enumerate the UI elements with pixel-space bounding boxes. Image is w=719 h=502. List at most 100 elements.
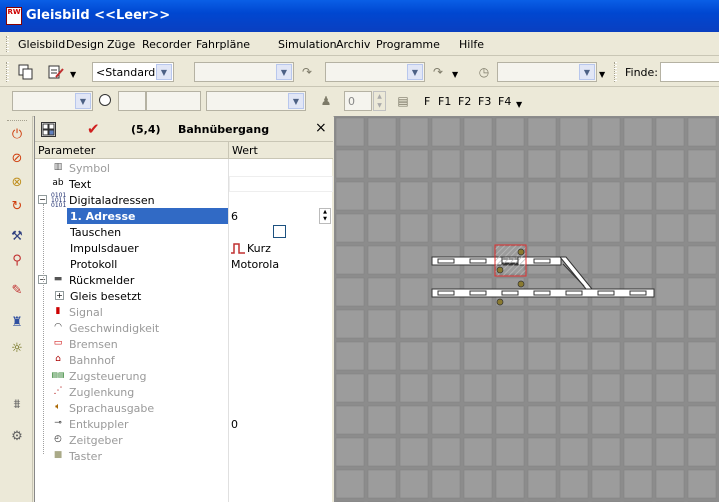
number-field[interactable]: 0	[344, 91, 372, 111]
close-icon[interactable]: ×	[315, 120, 327, 136]
row-entkuppler[interactable]: ⊸ Entkuppler 0	[35, 416, 333, 432]
combo-disabled-2[interactable]: ▼	[325, 62, 425, 82]
row-symbol[interactable]: ▥ Symbol	[35, 160, 333, 176]
number-spinner[interactable]: ▲ ▼	[373, 91, 386, 111]
tauschen-checkbox[interactable]	[273, 225, 286, 238]
checkmark-icon[interactable]: ✔	[87, 120, 100, 138]
row-taster[interactable]: ■ Taster	[35, 448, 333, 464]
combo-disabled-1[interactable]: ▼	[194, 62, 294, 82]
grid-icon[interactable]	[41, 122, 56, 137]
forward-icon[interactable]: ↷	[428, 62, 448, 82]
fkey-f[interactable]: F	[424, 95, 430, 108]
row-label: Gleis besetzt	[70, 290, 142, 303]
row-zuglenkung[interactable]: ⋰ Zuglenkung	[35, 384, 333, 400]
track-diagram-canvas[interactable]	[334, 116, 719, 502]
gear-icon[interactable]: ⚙	[8, 428, 26, 446]
chevron-down-icon[interactable]: ▼	[288, 93, 304, 109]
menu-grip[interactable]	[6, 36, 9, 52]
graph-icon[interactable]: ⩩	[8, 396, 26, 414]
menu-fahrplaene[interactable]: Fahrpläne	[196, 38, 250, 51]
chevron-down-icon[interactable]: ▼	[407, 64, 423, 80]
menu-archiv[interactable]: Archiv	[336, 38, 370, 51]
combo-disabled-4[interactable]: ▼	[12, 91, 93, 111]
track-grid[interactable]	[334, 116, 719, 502]
row-rueckmelder[interactable]: − ▬ Rückmelder	[35, 272, 333, 288]
redo-icon[interactable]: ↷	[297, 62, 317, 82]
toolbar-grip[interactable]	[7, 120, 27, 123]
col-parameter[interactable]: Parameter	[38, 144, 95, 157]
collapse-icon[interactable]: −	[38, 195, 47, 204]
fkey-f1[interactable]: F1	[438, 95, 451, 108]
row-sprachausgabe[interactable]: 🔈︎ Sprachausgabe	[35, 400, 333, 416]
fkey-f4[interactable]: F4	[498, 95, 511, 108]
col-value[interactable]: Wert	[232, 144, 258, 157]
dropdown-arrow-icon[interactable]: ▼	[452, 70, 458, 79]
row-impulsdauer[interactable]: Impulsdauer Kurz	[35, 240, 333, 256]
pulse-icon	[231, 242, 245, 254]
row-tauschen[interactable]: Tauschen	[35, 224, 333, 240]
power-icon[interactable]: ⏻	[8, 126, 26, 144]
locomotive-icon[interactable]: ⊗	[8, 174, 26, 192]
column-divider[interactable]	[228, 142, 229, 159]
menu-gleisbild[interactable]: Gleisbild	[18, 38, 65, 51]
row-adresse[interactable]: 1. Adresse 6 ▲ ▼	[35, 208, 333, 224]
field-disabled-2[interactable]	[146, 91, 201, 111]
edit-style-icon[interactable]	[46, 62, 66, 82]
entkuppler-value[interactable]: 0	[231, 418, 238, 431]
impulsdauer-value[interactable]: Kurz	[247, 242, 271, 255]
menu-hilfe[interactable]: Hilfe	[459, 38, 484, 51]
row-digitaladressen[interactable]: − 0101 1011 0101 Digitaladressen	[35, 192, 333, 209]
track-lower[interactable]	[431, 288, 655, 298]
row-bremsen[interactable]: ▭ Bremsen	[35, 336, 333, 352]
tools-icon[interactable]: ⚒	[8, 228, 26, 246]
row-bahnhof[interactable]: ⌂ Bahnhof	[35, 352, 333, 368]
row-zeitgeber[interactable]: ◴ Zeitgeber	[35, 432, 333, 448]
adresse-value[interactable]: 6	[231, 210, 238, 223]
chevron-down-icon[interactable]: ▼	[156, 64, 172, 80]
fkey-f3[interactable]: F3	[478, 95, 491, 108]
row-protokoll[interactable]: Protokoll Motorola	[35, 256, 333, 272]
row-text[interactable]: ab Text	[35, 176, 333, 192]
app-icon: RW	[6, 7, 22, 25]
combo-disabled-5[interactable]: ▼	[206, 91, 306, 111]
feedback-icon: ▬	[53, 274, 63, 284]
field-disabled-1[interactable]	[118, 91, 146, 111]
toolbar-grip[interactable]	[6, 62, 9, 82]
combo-disabled-3[interactable]: ▼	[497, 62, 597, 82]
dropdown-arrow-icon[interactable]: ▼	[599, 70, 605, 79]
chevron-down-icon[interactable]: ▼	[75, 93, 91, 109]
menu-design[interactable]: Design	[66, 38, 104, 51]
radio-icon[interactable]	[99, 94, 111, 106]
row-signal[interactable]: ▮ Signal	[35, 304, 333, 320]
style-combo[interactable]: <Standard> ▼	[92, 62, 174, 82]
track-icon[interactable]: ▤	[393, 91, 413, 111]
dropdown-arrow-icon[interactable]: ▼	[70, 70, 76, 79]
signal-tool-icon[interactable]: ♜	[8, 314, 26, 332]
copy-icon[interactable]	[16, 62, 36, 82]
protokoll-value[interactable]: Motorola	[231, 258, 279, 271]
row-gleis-besetzt[interactable]: + Gleis besetzt	[35, 288, 333, 304]
station-icon: ⌂	[55, 354, 61, 364]
row-zugsteuerung[interactable]: ▤▤ Zugsteuerung	[35, 368, 333, 384]
clock-icon[interactable]: ◷	[474, 62, 494, 82]
adresse-spinner[interactable]: ▲ ▼	[319, 208, 331, 224]
chevron-down-icon[interactable]: ▼	[579, 64, 595, 80]
stop-icon[interactable]: ⊘	[8, 150, 26, 168]
fkey-f2[interactable]: F2	[458, 95, 471, 108]
menu-simulation[interactable]: Simulation	[278, 38, 337, 51]
reload-icon[interactable]: ↻	[8, 198, 26, 216]
row-geschwindigkeit[interactable]: ◠ Geschwindigkeit	[35, 320, 333, 336]
menu-zuege[interactable]: Züge	[107, 38, 135, 51]
menu-recorder[interactable]: Recorder	[142, 38, 191, 51]
person-icon[interactable]: ♟	[316, 91, 336, 111]
menu-programme[interactable]: Programme	[376, 38, 440, 51]
toolbar-grip[interactable]	[614, 62, 617, 82]
pin-icon[interactable]: ⚲	[8, 252, 26, 270]
find-input[interactable]	[660, 62, 719, 82]
text-value-field[interactable]	[229, 176, 333, 192]
dropdown-arrow-icon[interactable]: ▼	[516, 100, 522, 109]
sun-icon[interactable]: ☼	[8, 340, 26, 358]
edit-icon[interactable]: ✎	[8, 282, 26, 300]
expand-icon[interactable]: +	[55, 291, 64, 300]
chevron-down-icon[interactable]: ▼	[276, 64, 292, 80]
